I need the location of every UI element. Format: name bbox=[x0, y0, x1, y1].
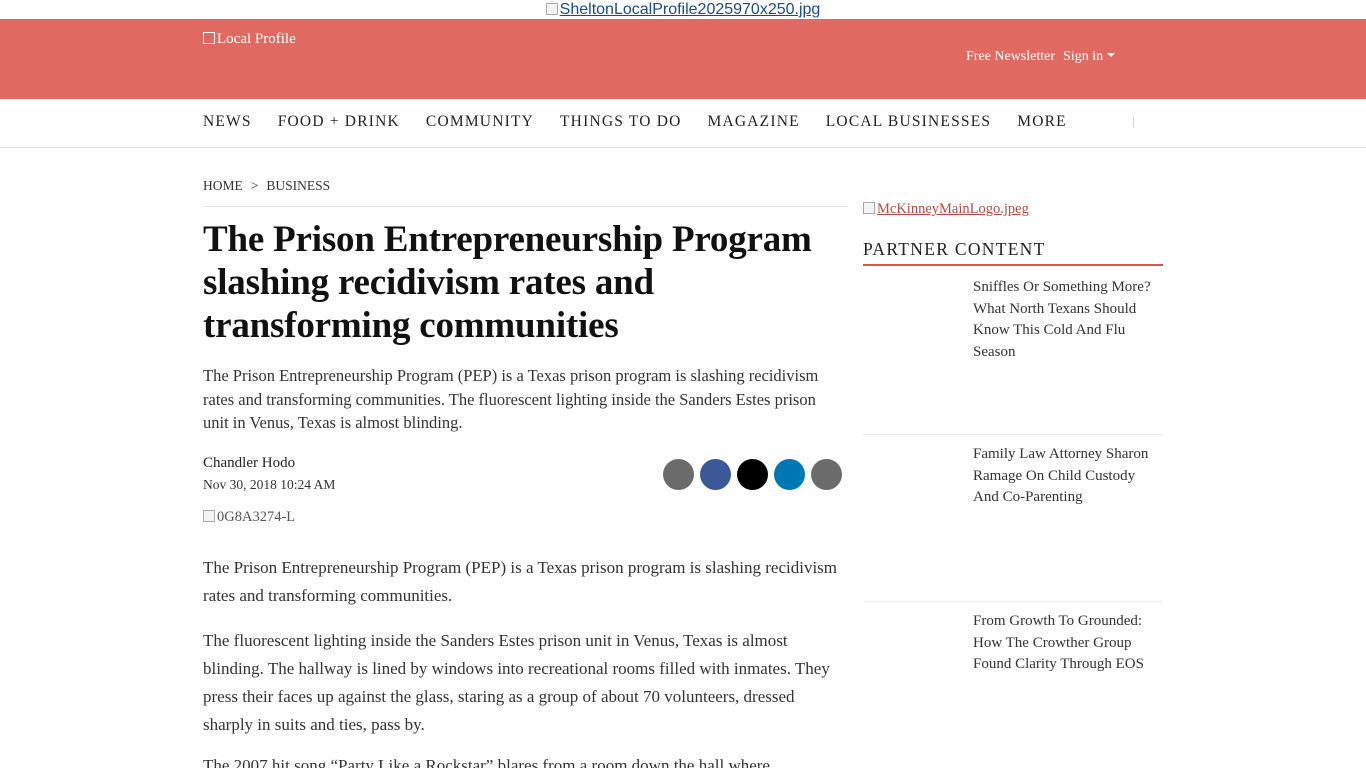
broken-image-icon bbox=[863, 202, 875, 214]
sidebar-logo-link[interactable]: McKinneyMainLogo.jpeg bbox=[863, 201, 1029, 218]
partner-item[interactable]: Sniffles Or Something More? What North T… bbox=[973, 277, 1163, 363]
x-icon[interactable] bbox=[737, 459, 768, 490]
article-photo: 0G8A3274-L bbox=[203, 509, 295, 526]
nav-divider bbox=[1133, 117, 1134, 127]
partner-content-underline bbox=[863, 264, 1163, 266]
nav-item-more[interactable]: MORE bbox=[1017, 113, 1067, 131]
broken-image-icon bbox=[203, 32, 215, 44]
site-logo-alt: Local Profile bbox=[217, 31, 296, 47]
site-logo[interactable]: Local Profile bbox=[203, 31, 296, 48]
share-icon[interactable] bbox=[663, 459, 694, 490]
article-author[interactable]: Chandler Hodo bbox=[203, 455, 295, 472]
partner-item-divider bbox=[863, 601, 1163, 602]
article-summary: The Prison Entrepreneurship Program (PEP… bbox=[203, 366, 819, 432]
free-newsletter-link[interactable]: Free Newsletter bbox=[966, 49, 1055, 64]
partner-content-heading: PARTNER CONTENT bbox=[863, 239, 1046, 259]
article-paragraph: The Prison Entrepreneurship Program (PEP… bbox=[203, 558, 838, 605]
breadcrumb: HOME > BUSINESS bbox=[203, 178, 330, 194]
partner-item[interactable]: From Growth To Grounded: How The Crowthe… bbox=[973, 611, 1163, 676]
share-buttons bbox=[663, 459, 842, 490]
sign-in-dropdown[interactable]: Sign in bbox=[1063, 49, 1116, 64]
partner-item-divider bbox=[863, 434, 1163, 435]
article-headline: The Prison Entrepreneurship Program slas… bbox=[203, 219, 812, 346]
article-paragraph: The 2007 hit song “Party Like a Rockstar… bbox=[203, 756, 770, 768]
article-date: Nov 30, 2018 10:24 AM bbox=[203, 477, 336, 492]
top-banner-ad-link[interactable]: SheltonLocalProfile2025970x250.jpg bbox=[545, 1, 821, 18]
top-banner-ad-alt: SheltonLocalProfile2025970x250.jpg bbox=[559, 1, 821, 18]
main-navigation: NEWS FOOD + DRINK COMMUNITY THINGS TO DO… bbox=[0, 99, 1366, 148]
masthead: Local Profile Free Newsletter Sign in bbox=[0, 19, 1366, 99]
broken-image-icon bbox=[545, 3, 558, 15]
linkedin-icon[interactable] bbox=[774, 459, 805, 490]
article-paragraph: The fluorescent lighting inside the Sand… bbox=[203, 631, 830, 734]
email-icon[interactable] bbox=[811, 459, 842, 490]
nav-item-news[interactable]: NEWS bbox=[203, 113, 252, 131]
facebook-icon[interactable] bbox=[700, 459, 731, 490]
breadcrumb-divider bbox=[203, 206, 848, 207]
nav-item-local-businesses[interactable]: LOCAL BUSINESSES bbox=[826, 113, 991, 131]
sidebar-logo-alt: McKinneyMainLogo.jpeg bbox=[877, 201, 1029, 217]
breadcrumb-business[interactable]: BUSINESS bbox=[266, 178, 330, 193]
nav-item-magazine[interactable]: MAGAZINE bbox=[708, 113, 800, 131]
article-photo-alt: 0G8A3274-L bbox=[217, 509, 296, 525]
utility-links: Free Newsletter Sign in bbox=[966, 49, 1116, 65]
breadcrumb-home[interactable]: HOME bbox=[203, 178, 243, 193]
partner-item[interactable]: Family Law Attorney Sharon Ramage On Chi… bbox=[973, 444, 1163, 509]
nav-item-food-drink[interactable]: FOOD + DRINK bbox=[278, 113, 400, 131]
breadcrumb-separator: > bbox=[250, 178, 259, 193]
broken-image-icon bbox=[203, 510, 215, 522]
sign-in-label: Sign in bbox=[1063, 49, 1104, 64]
top-banner-ad[interactable]: SheltonLocalProfile2025970x250.jpg bbox=[0, 0, 1366, 19]
nav-item-things-to-do[interactable]: THINGS TO DO bbox=[560, 113, 681, 131]
nav-item-community[interactable]: COMMUNITY bbox=[426, 113, 534, 131]
caret-down-icon bbox=[1107, 53, 1116, 57]
